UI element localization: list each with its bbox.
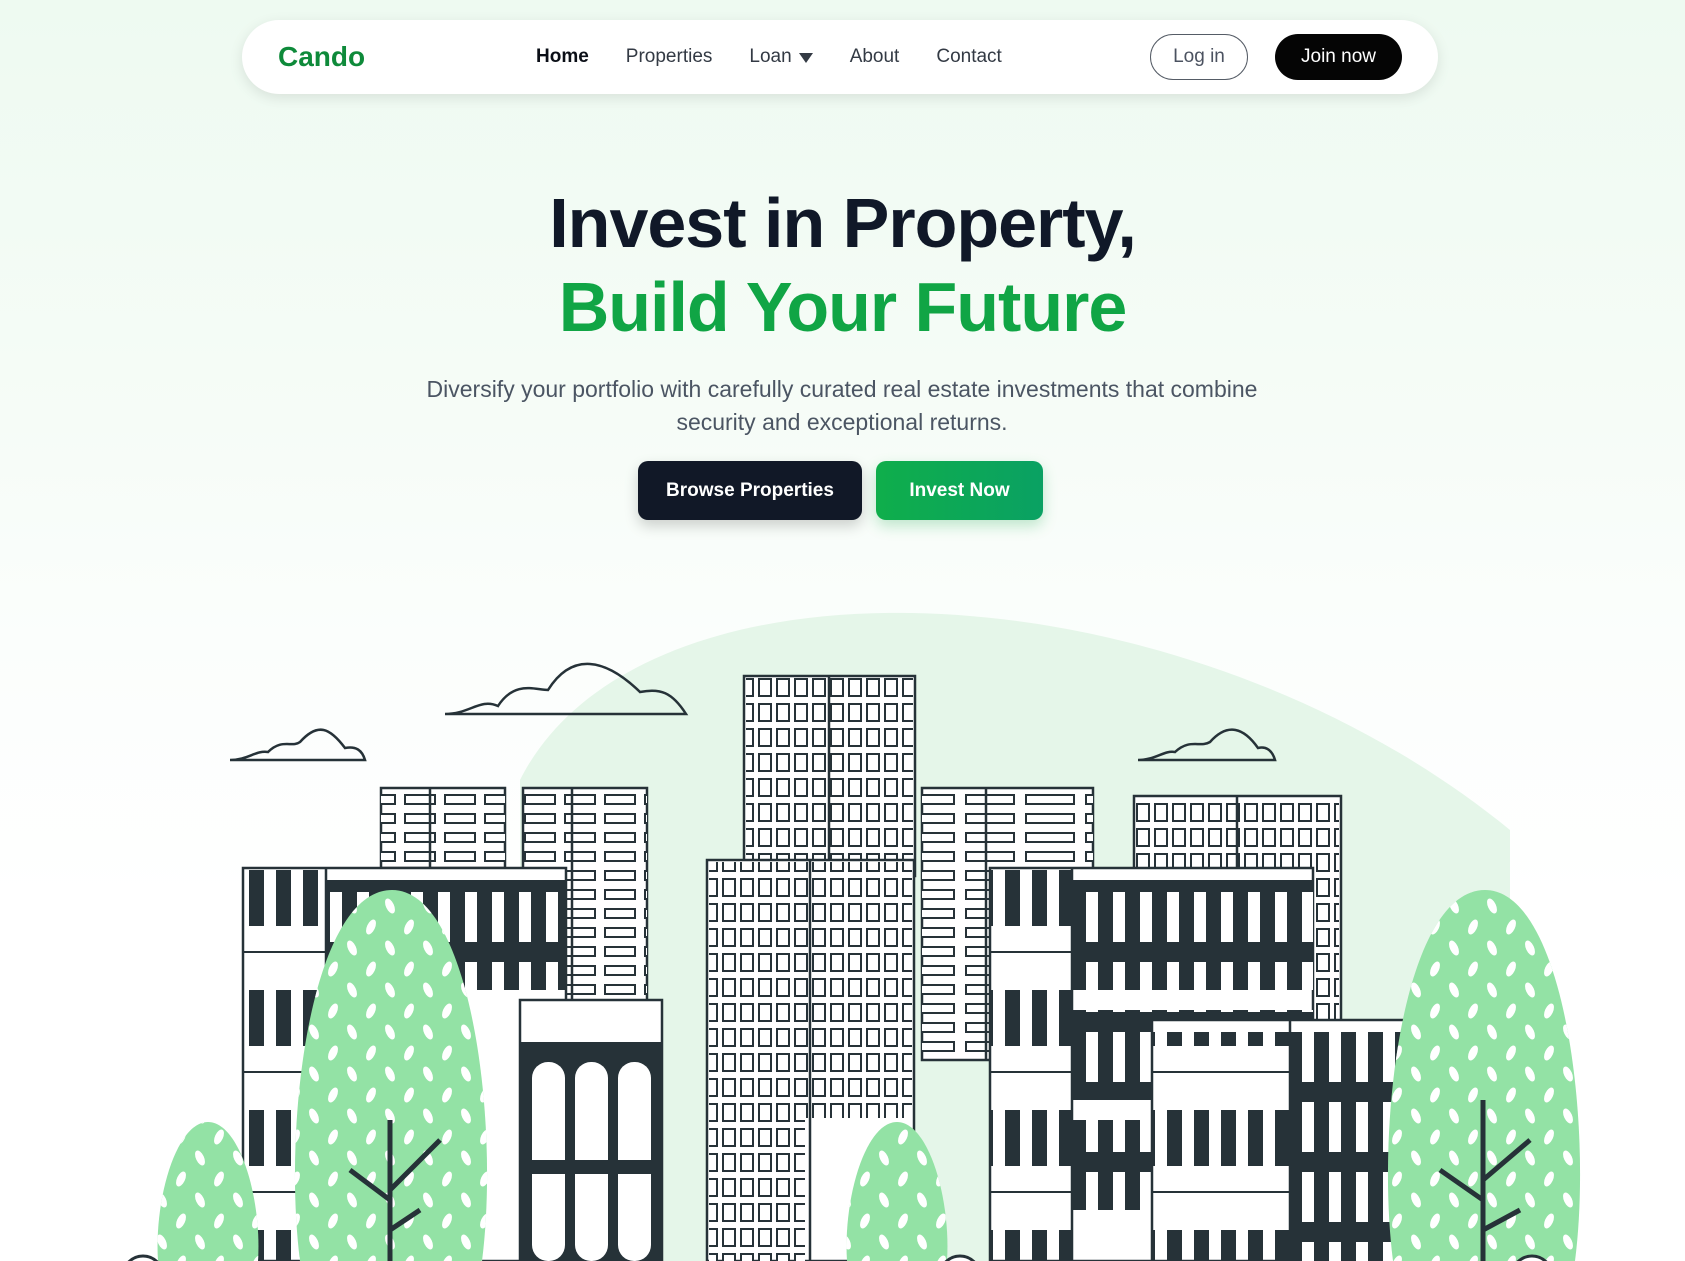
building-icon bbox=[518, 998, 664, 1261]
brand-logo[interactable]: Cando bbox=[278, 20, 365, 94]
building-icon bbox=[1150, 1018, 1420, 1261]
hero-subtitle: Diversify your portfolio with carefully … bbox=[426, 376, 1258, 435]
nav-link-home[interactable]: Home bbox=[536, 46, 589, 68]
nav-link-properties[interactable]: Properties bbox=[626, 46, 713, 68]
building-icon bbox=[742, 674, 917, 878]
nav-link-loan-label: Loan bbox=[749, 46, 792, 67]
hero-title-line2: Build Your Future bbox=[558, 268, 1128, 346]
nav-link-about[interactable]: About bbox=[850, 46, 900, 68]
building-icon bbox=[379, 786, 507, 870]
join-now-button[interactable]: Join now bbox=[1275, 34, 1402, 80]
login-button[interactable]: Log in bbox=[1150, 34, 1248, 80]
nav-link-loan[interactable]: Loan bbox=[749, 46, 813, 68]
nav-links: Home Properties Loan About Contact bbox=[536, 20, 1039, 94]
caret-down-icon bbox=[798, 52, 813, 63]
city-illustration bbox=[127, 612, 1581, 1261]
nav-link-properties-label: Properties bbox=[625, 46, 713, 67]
cloud-icon bbox=[229, 728, 367, 762]
bush-icon bbox=[127, 1254, 159, 1261]
nav-link-contact[interactable]: Contact bbox=[936, 46, 1001, 68]
nav-link-home-label: Home bbox=[536, 46, 589, 67]
nav-link-about-label: About bbox=[849, 46, 900, 67]
top-navbar: Cando Home Properties Loan About Contact… bbox=[242, 20, 1438, 94]
nav-link-contact-label: Contact bbox=[936, 46, 1002, 67]
invest-now-button[interactable]: Invest Now bbox=[876, 461, 1043, 520]
hero-title-line1: Invest in Property, bbox=[549, 184, 1137, 262]
browse-properties-button[interactable]: Browse Properties bbox=[638, 461, 862, 520]
